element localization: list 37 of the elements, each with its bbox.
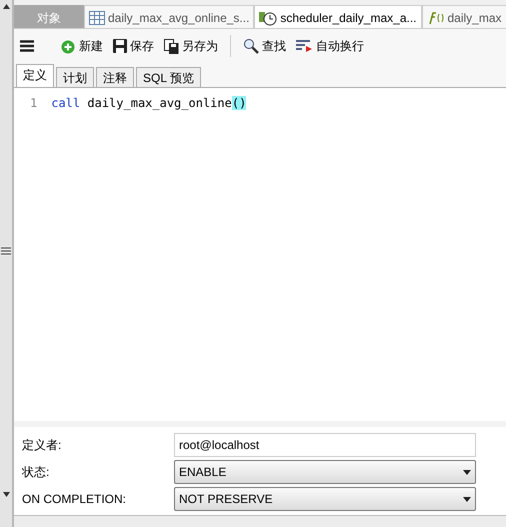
- editor-section-tab[interactable]: 定义: [16, 64, 54, 87]
- editor-tab[interactable]: daily_max: [422, 5, 506, 28]
- dropdown[interactable]: NOT PRESERVE: [174, 487, 476, 511]
- find-button[interactable]: 查找: [241, 37, 288, 55]
- editor-tab[interactable]: scheduler_daily_max_a...: [254, 5, 422, 28]
- copy-icon: [164, 38, 179, 54]
- editor-section-tab[interactable]: 计划: [56, 67, 94, 87]
- line-number: 1: [30, 95, 38, 112]
- tab-label: daily_max: [448, 10, 502, 26]
- code-line: call daily_max_avg_online(): [51, 95, 246, 112]
- tab-label: daily_max_avg_online_s...: [108, 10, 250, 26]
- save-icon: [113, 39, 127, 53]
- dropdown-caret-icon: [463, 470, 471, 474]
- editor-tab[interactable]: daily_max_avg_online_s...: [84, 5, 254, 28]
- dropdown[interactable]: ENABLE: [174, 460, 476, 484]
- field-label: 定义者:: [22, 437, 62, 454]
- new-button[interactable]: 新建: [58, 37, 105, 55]
- editor-section-tab[interactable]: SQL 预览: [136, 67, 201, 87]
- wrap-button[interactable]: 自动换行: [294, 37, 366, 55]
- field-label: 状态:: [22, 464, 50, 481]
- input-field[interactable]: root@localhost: [174, 433, 476, 457]
- splitter-grip-icon[interactable]: [1, 246, 11, 254]
- clock-icon: [259, 10, 278, 26]
- menu-icon[interactable]: [20, 40, 34, 52]
- saveas-button[interactable]: 另存为: [162, 37, 220, 55]
- field-label: ON COMPLETION:: [22, 491, 128, 508]
- save-button[interactable]: 保存: [111, 37, 156, 55]
- word-wrap-icon: [296, 39, 313, 53]
- add-icon: [60, 38, 76, 54]
- scroll-up-icon[interactable]: [2, 4, 10, 9]
- tab-label: scheduler_daily_max_a...: [280, 10, 416, 26]
- editor-section-tab[interactable]: 注释: [96, 67, 134, 87]
- dropdown-caret-icon: [463, 496, 471, 502]
- table-icon: [89, 10, 105, 24]
- scroll-down-icon[interactable]: [2, 492, 10, 497]
- function-icon: [426, 10, 444, 24]
- search-icon: [243, 38, 259, 54]
